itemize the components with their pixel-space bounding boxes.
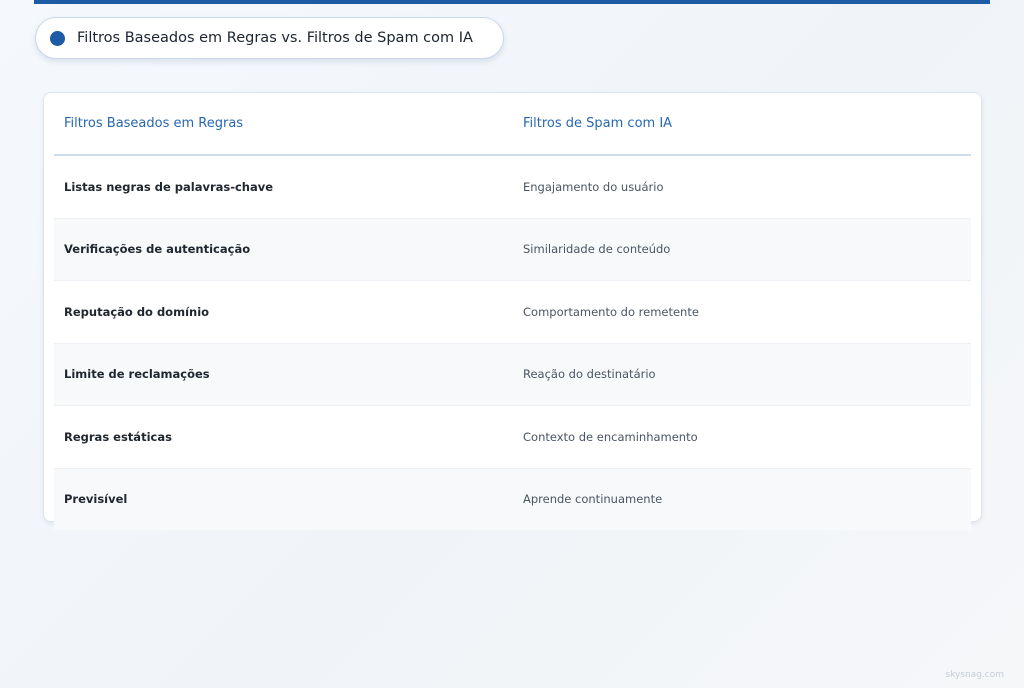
- table-cell-rule: Regras estáticas: [64, 429, 172, 444]
- table-header-row: Filtros Baseados em Regras Filtros de Sp…: [54, 93, 971, 156]
- watermark: skysnag.com: [945, 670, 1004, 680]
- table-cell-ai: Comportamento do remetente: [523, 304, 699, 319]
- table-cell-rule: Listas negras de palavras-chave: [64, 179, 274, 194]
- table-cell-rule: Verificações de autenticação: [64, 242, 251, 257]
- table-cell-ai: Reação do destinatário: [523, 367, 656, 382]
- table-cell-ai: Similaridade de conteúdo: [523, 242, 671, 257]
- page-title: Filtros Baseados em Regras vs. Filtros d…: [77, 30, 473, 46]
- table-cell-rule: Previsível: [64, 492, 128, 507]
- table-cell-ai: Contexto de encaminhamento: [523, 429, 698, 444]
- table-row: Regras estáticas Contexto de encaminhame…: [54, 406, 971, 469]
- table-row: Verificações de autenticação Similaridad…: [54, 218, 971, 281]
- table-cell-rule: Limite de reclamações: [64, 367, 210, 382]
- table-row: Listas negras de palavras-chave Engajame…: [54, 156, 971, 219]
- column-header-rule-based: Filtros Baseados em Regras: [64, 116, 244, 131]
- table-cell-ai: Aprende continuamente: [523, 492, 663, 507]
- title-pill: Filtros Baseados em Regras vs. Filtros d…: [35, 17, 504, 59]
- column-header-ai-filters: Filtros de Spam com IA: [523, 116, 673, 131]
- bullet-dot-icon: [50, 30, 65, 46]
- table-cell-rule: Reputação do domínio: [64, 304, 210, 319]
- table-row: Limite de reclamações Reação do destinat…: [54, 343, 971, 406]
- table-cell-ai: Engajamento do usuário: [523, 179, 664, 194]
- table-row: Previsível Aprende continuamente: [54, 468, 971, 530]
- top-accent-bar: [34, 0, 990, 4]
- comparison-table: Filtros Baseados em Regras Filtros de Sp…: [43, 92, 982, 530]
- table-row: Reputação do domínio Comportamento do re…: [54, 281, 971, 344]
